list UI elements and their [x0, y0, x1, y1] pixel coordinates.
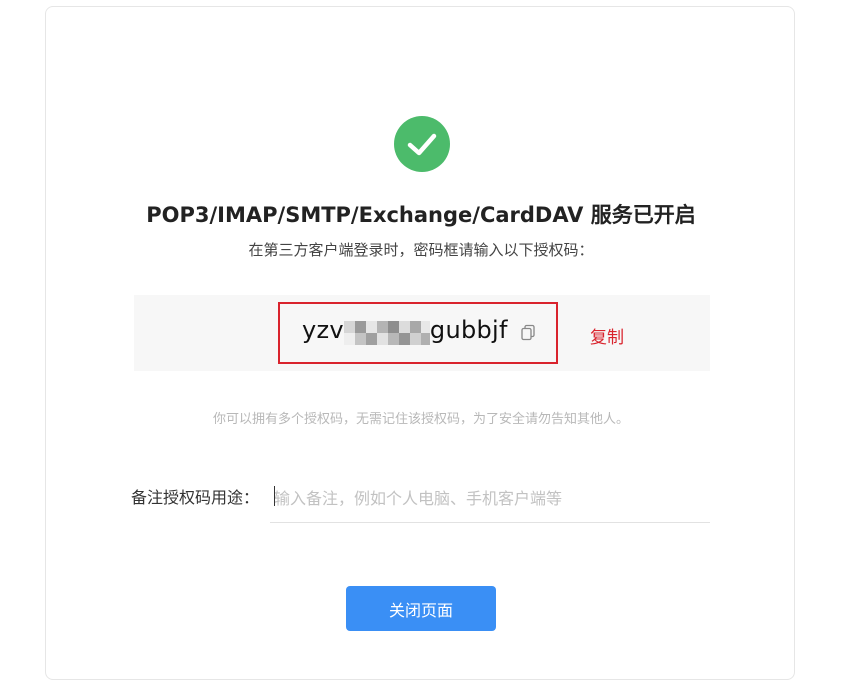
- status-title: POP3/IMAP/SMTP/Exchange/CardDAV 服务已开启: [146, 203, 696, 227]
- security-hint: 你可以拥有多个授权码，无需记住该授权码，为了安全请勿告知其他人。: [212, 412, 629, 427]
- copy-link[interactable]: 复制: [590, 323, 624, 348]
- auth-code-suffix: gubbjf: [429, 316, 508, 344]
- auth-code-redacted: [343, 318, 430, 345]
- auth-code-box: yzv gubbjf: [278, 302, 558, 364]
- copy-icon[interactable]: [520, 324, 536, 342]
- success-check-icon: [394, 116, 450, 172]
- note-input[interactable]: [270, 475, 710, 523]
- auth-code-prefix: yzv: [302, 316, 344, 344]
- close-page-button[interactable]: 关闭页面: [346, 586, 496, 631]
- auth-code-card: POP3/IMAP/SMTP/Exchange/CardDAV 服务已开启 在第…: [45, 6, 795, 680]
- note-label: 备注授权码用途：: [131, 488, 260, 507]
- status-subtitle: 在第三方客户端登录时，密码框请输入以下授权码：: [248, 241, 594, 259]
- auth-code-value: yzv gubbjf: [302, 316, 508, 345]
- text-caret: [274, 486, 275, 506]
